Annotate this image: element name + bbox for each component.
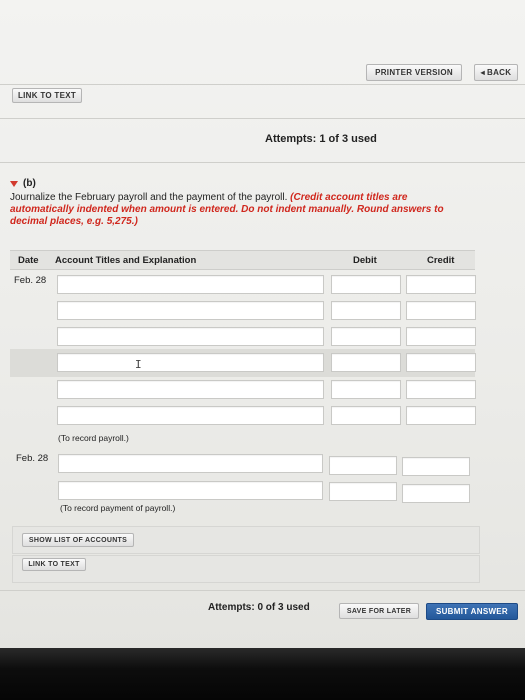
save-for-later-button[interactable]: SAVE FOR LATER bbox=[339, 603, 419, 619]
header-date: Date bbox=[18, 255, 39, 266]
credit-input[interactable] bbox=[406, 301, 476, 320]
account-title-input[interactable] bbox=[57, 275, 324, 294]
instructions: Journalize the February payroll and the … bbox=[10, 192, 525, 228]
header-debit: Debit bbox=[353, 255, 377, 266]
attempts-counter-top: Attempts: 1 of 3 used bbox=[265, 133, 377, 145]
instruction-text: Journalize the February payroll and the … bbox=[10, 192, 291, 203]
instruction-red-1: (Credit account titles are bbox=[290, 192, 408, 203]
account-title-input[interactable] bbox=[58, 454, 323, 473]
debit-input[interactable] bbox=[331, 406, 401, 425]
part-b-header[interactable]: (b) bbox=[10, 178, 36, 189]
account-title-input[interactable] bbox=[58, 481, 323, 500]
submit-answer-label: SUBMIT ANSWER bbox=[435, 607, 509, 616]
debit-input[interactable] bbox=[331, 380, 401, 399]
show-list-of-accounts-button[interactable]: SHOW LIST OF ACCOUNTS bbox=[22, 533, 134, 547]
text-cursor-icon: I bbox=[135, 358, 142, 371]
instruction-red-3: decimal places, e.g. 5,275.) bbox=[10, 216, 138, 227]
entry1-date: Feb. 28 bbox=[14, 275, 47, 286]
account-title-input[interactable] bbox=[57, 327, 324, 346]
printer-version-button[interactable]: PRINTER VERSION bbox=[366, 64, 462, 81]
back-button[interactable]: ◂ BACK bbox=[474, 64, 518, 81]
divider bbox=[0, 162, 525, 163]
printer-version-label: PRINTER VERSION bbox=[375, 68, 453, 77]
entry2-date: Feb. 28 bbox=[16, 453, 49, 464]
link-to-text-button-bottom[interactable]: LINK TO TEXT bbox=[22, 558, 86, 571]
account-title-input[interactable] bbox=[57, 301, 324, 320]
divider bbox=[0, 84, 525, 85]
show-accounts-label: SHOW LIST OF ACCOUNTS bbox=[28, 536, 128, 544]
credit-input[interactable] bbox=[406, 275, 476, 294]
attempts-counter-bottom: Attempts: 0 of 3 used bbox=[208, 602, 310, 613]
header-credit: Credit bbox=[427, 255, 455, 266]
back-label: BACK bbox=[487, 68, 512, 77]
divider bbox=[0, 590, 525, 591]
debit-input[interactable] bbox=[331, 301, 401, 320]
debit-input[interactable] bbox=[329, 456, 397, 475]
credit-input[interactable] bbox=[406, 327, 476, 346]
debit-input[interactable] bbox=[331, 327, 401, 346]
entry2-caption: (To record payment of payroll.) bbox=[60, 503, 176, 513]
submit-answer-button[interactable]: SUBMIT ANSWER bbox=[426, 603, 518, 620]
debit-input[interactable] bbox=[331, 275, 401, 294]
account-title-input[interactable] bbox=[57, 406, 324, 425]
save-for-later-label: SAVE FOR LATER bbox=[346, 607, 412, 615]
credit-input[interactable] bbox=[406, 406, 476, 425]
journal-table-header: Date Account Titles and Explanation Debi… bbox=[10, 250, 475, 270]
entry1-caption: (To record payroll.) bbox=[58, 433, 129, 443]
credit-input[interactable] bbox=[402, 484, 470, 503]
credit-input[interactable] bbox=[406, 353, 476, 372]
divider bbox=[0, 118, 525, 119]
debit-input[interactable] bbox=[329, 482, 397, 501]
link-to-text-label: LINK TO TEXT bbox=[17, 91, 77, 100]
monitor-bezel bbox=[0, 648, 525, 700]
credit-input[interactable] bbox=[402, 457, 470, 476]
instruction-red-2: automatically indented when amount is en… bbox=[10, 204, 444, 215]
link-to-text-label: LINK TO TEXT bbox=[28, 561, 80, 568]
part-b-label: (b) bbox=[23, 178, 36, 189]
screen: PRINTER VERSION ◂ BACK LINK TO TEXT Atte… bbox=[0, 0, 525, 660]
debit-input[interactable] bbox=[331, 353, 401, 372]
collapse-triangle-icon bbox=[10, 180, 18, 187]
header-account: Account Titles and Explanation bbox=[55, 255, 197, 266]
account-title-input[interactable] bbox=[57, 380, 324, 399]
credit-input[interactable] bbox=[406, 380, 476, 399]
link-to-text-button-top[interactable]: LINK TO TEXT bbox=[12, 88, 82, 103]
back-arrow-icon: ◂ bbox=[480, 68, 485, 77]
account-title-input[interactable] bbox=[57, 353, 324, 372]
